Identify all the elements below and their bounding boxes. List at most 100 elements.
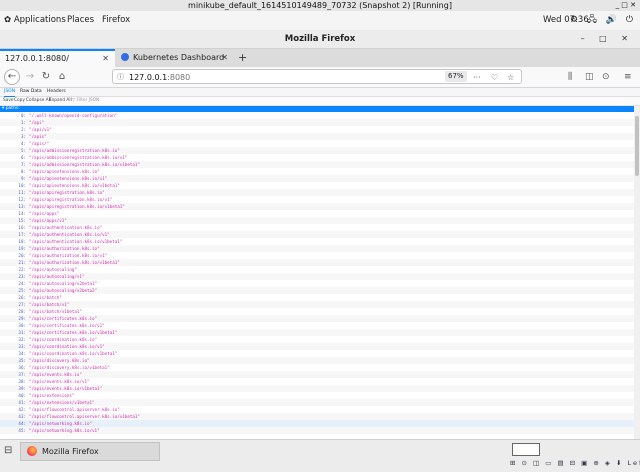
json-key: 25: — [18, 288, 26, 293]
site-info-icon[interactable]: ⓘ — [117, 70, 124, 85]
json-row[interactable]: 27: "/apis/batch/v1" — [0, 301, 634, 308]
json-row[interactable]: 33: "/apis/coordination.k8s.io/v1" — [0, 343, 634, 350]
json-key: 9: — [20, 176, 26, 181]
json-row[interactable]: 23: "/apis/autoscaling/v1" — [0, 273, 634, 280]
tab-label: 127.0.0.1:8080/ — [5, 54, 69, 63]
json-row[interactable]: 9: "/apis/apiextensions.k8s.io/v1" — [0, 175, 634, 182]
pocket-icon[interactable]: ♡ — [491, 70, 498, 85]
places-menu[interactable]: Places — [67, 11, 94, 30]
json-row[interactable]: 0: "/.well-known/openid-configuration" — [0, 112, 634, 119]
json-row[interactable]: 30: "/apis/certificates.k8s.io/v1" — [0, 322, 634, 329]
account-icon[interactable]: ⊙ — [602, 69, 610, 85]
library-icon[interactable]: ⫼ — [568, 69, 572, 85]
json-row[interactable]: 18: "/apis/authentication.k8s.io/v1beta1" — [0, 238, 634, 245]
json-row[interactable]: 4: "/apis/" — [0, 140, 634, 147]
scrollbar-thumb[interactable] — [635, 116, 639, 176]
json-row[interactable]: 14: "/apis/apps" — [0, 210, 634, 217]
new-tab-button[interactable]: + — [238, 49, 247, 66]
json-rows: 0: "/.well-known/openid-configuration" 1: "… — [0, 112, 634, 434]
show-desktop-icon[interactable]: ⊟ — [4, 445, 12, 456]
back-button[interactable]: ← — [4, 69, 20, 85]
json-row[interactable]: 39: "/apis/events.k8s.io/v1beta1" — [0, 385, 634, 392]
json-row[interactable]: 1: "/api" — [0, 119, 634, 126]
json-row[interactable]: 10: "/apis/apiextensions.k8s.io/v1beta1" — [0, 182, 634, 189]
copy-button[interactable]: Copy — [14, 97, 25, 105]
tab-kubernetes-dashboard[interactable]: Kubernetes Dashboard ✕ — [116, 49, 234, 67]
json-row[interactable]: 16: "/apis/authentication.k8s.io" — [0, 224, 634, 231]
json-row[interactable]: 35: "/apis/discovery.k8s.io" — [0, 357, 634, 364]
json-row[interactable]: 12: "/apis/apiregistration.k8s.io/v1" — [0, 196, 634, 203]
json-row[interactable]: 3: "/apis" — [0, 133, 634, 140]
home-button[interactable]: ⌂ — [54, 69, 70, 85]
applications-label: Applications — [13, 15, 66, 25]
tab-json[interactable]: JSON — [4, 88, 16, 97]
vm-window-controls[interactable]: _ □ ✕ — [616, 0, 636, 11]
json-row[interactable]: 43: "/apis/flowcontrol.apiserver.k8s.io/v… — [0, 413, 634, 420]
json-row[interactable]: 22: "/apis/autoscaling" — [0, 266, 634, 273]
json-row[interactable]: 13: "/apis/apiregistration.k8s.io/v1beta1… — [0, 203, 634, 210]
expand-all-button[interactable]: Expand All — [49, 97, 72, 105]
json-value: "/apis/authentication.k8s.io/v1beta1" — [29, 239, 123, 244]
json-key: 18: — [18, 239, 26, 244]
json-row[interactable]: 15: "/apis/apps/v1" — [0, 217, 634, 224]
json-row[interactable]: 29: "/apis/certificates.k8s.io" — [0, 315, 634, 322]
json-row[interactable]: 37: "/apis/events.k8s.io" — [0, 371, 634, 378]
json-row[interactable]: 2: "/api/v1" — [0, 126, 634, 133]
json-row[interactable]: 44: "/apis/networking.k8s.io" — [0, 420, 634, 427]
json-key: 27: — [18, 302, 26, 307]
tab-localhost[interactable]: 127.0.0.1:8080/ ✕ — [0, 49, 115, 67]
forward-button[interactable]: → — [22, 69, 38, 85]
json-row[interactable]: 40: "/apis/extensions" — [0, 392, 634, 399]
tab-raw-data[interactable]: Raw Data — [20, 88, 42, 96]
json-row[interactable]: 21: "/apis/authorization.k8s.io/v1beta1" — [0, 259, 634, 266]
json-row[interactable]: 38: "/apis/events.k8s.io/v1" — [0, 378, 634, 385]
json-row[interactable]: 6: "/apis/admissionregistration.k8s.io/v1… — [0, 154, 634, 161]
json-row[interactable]: 31: "/apis/certificates.k8s.io/v1beta1" — [0, 329, 634, 336]
json-row[interactable]: 36: "/apis/discovery.k8s.io/v1beta1" — [0, 364, 634, 371]
json-row[interactable]: 20: "/apis/authorization.k8s.io/v1" — [0, 252, 634, 259]
save-button[interactable]: Save — [3, 97, 14, 105]
scrollbar[interactable] — [634, 106, 640, 439]
window-buttons[interactable]: – □ ✕ — [581, 30, 634, 48]
filter-json-input[interactable]: ▽ Filter JSON — [72, 97, 99, 105]
json-row[interactable]: 7: "/apis/admissionregistration.k8s.io/v1… — [0, 161, 634, 168]
json-row[interactable]: 32: "/apis/coordination.k8s.io" — [0, 336, 634, 343]
json-row[interactable]: 19: "/apis/authorization.k8s.io" — [0, 245, 634, 252]
close-tab-icon[interactable]: ✕ — [102, 51, 109, 67]
json-row[interactable]: 28: "/apis/batch/v1beta1" — [0, 308, 634, 315]
json-value: "/api/v1" — [29, 127, 52, 132]
system-status-icons[interactable]: ⚙ 🖧 🔊 ⏻ — [570, 11, 636, 30]
json-row[interactable]: 45: "/apis/networking.k8s.io/v1" — [0, 427, 634, 434]
close-tab-icon[interactable]: ✕ — [221, 49, 228, 67]
json-key: 23: — [18, 274, 26, 279]
firefox-menu[interactable]: Firefox — [102, 11, 130, 30]
json-row[interactable]: 17: "/apis/authentication.k8s.io/v1" — [0, 231, 634, 238]
json-row[interactable]: 42: "/apis/flowcontrol.apiserver.k8s.io" — [0, 406, 634, 413]
taskbar-firefox[interactable]: Mozilla Firefox — [20, 442, 160, 461]
vm-status-tray[interactable]: ⊞ ⊙ ◫ ▭ ▤ ⊟ ▣ ⊕ ◈ ⬇ Left ⌘ — [510, 459, 640, 467]
json-row[interactable]: 24: "/apis/autoscaling/v2beta1" — [0, 280, 634, 287]
url-bar[interactable]: ⓘ 127.0.0.1:8080 67% ··· ♡ ☆ — [112, 69, 522, 84]
json-row[interactable]: 34: "/apis/coordination.k8s.io/v1beta1" — [0, 350, 634, 357]
tab-headers[interactable]: Headers — [47, 88, 66, 96]
collapse-all-button[interactable]: Collapse All — [26, 97, 51, 105]
zoom-level[interactable]: 67% — [445, 71, 467, 82]
bookmark-star-icon[interactable]: ☆ — [507, 70, 514, 85]
json-key: 42: — [18, 407, 26, 412]
json-row[interactable]: 11: "/apis/apiregistration.k8s.io" — [0, 189, 634, 196]
sidebar-icon[interactable]: ◫ — [585, 69, 594, 85]
json-value: "/apis/autoscaling/v1" — [29, 274, 85, 279]
page-actions-icon[interactable]: ··· — [473, 70, 481, 85]
json-key: 2: — [20, 127, 26, 132]
json-row[interactable]: 41: "/apis/extensions/v1beta1" — [0, 399, 634, 406]
menu-icon[interactable]: ≡ — [624, 69, 632, 85]
json-key: 30: — [18, 323, 26, 328]
json-row[interactable]: 25: "/apis/autoscaling/v2beta2" — [0, 287, 634, 294]
applications-menu[interactable]: ✿ Applications — [4, 11, 66, 30]
json-row[interactable]: 8: "/apis/apiextensions.k8s.io" — [0, 168, 634, 175]
reload-button[interactable]: ↻ — [38, 69, 54, 85]
json-row[interactable]: 26: "/apis/batch" — [0, 294, 634, 301]
workspace-switcher[interactable] — [512, 443, 540, 456]
json-row[interactable]: 5: "/apis/admissionregistration.k8s.io" — [0, 147, 634, 154]
json-value: "/apis/batch" — [29, 295, 62, 300]
